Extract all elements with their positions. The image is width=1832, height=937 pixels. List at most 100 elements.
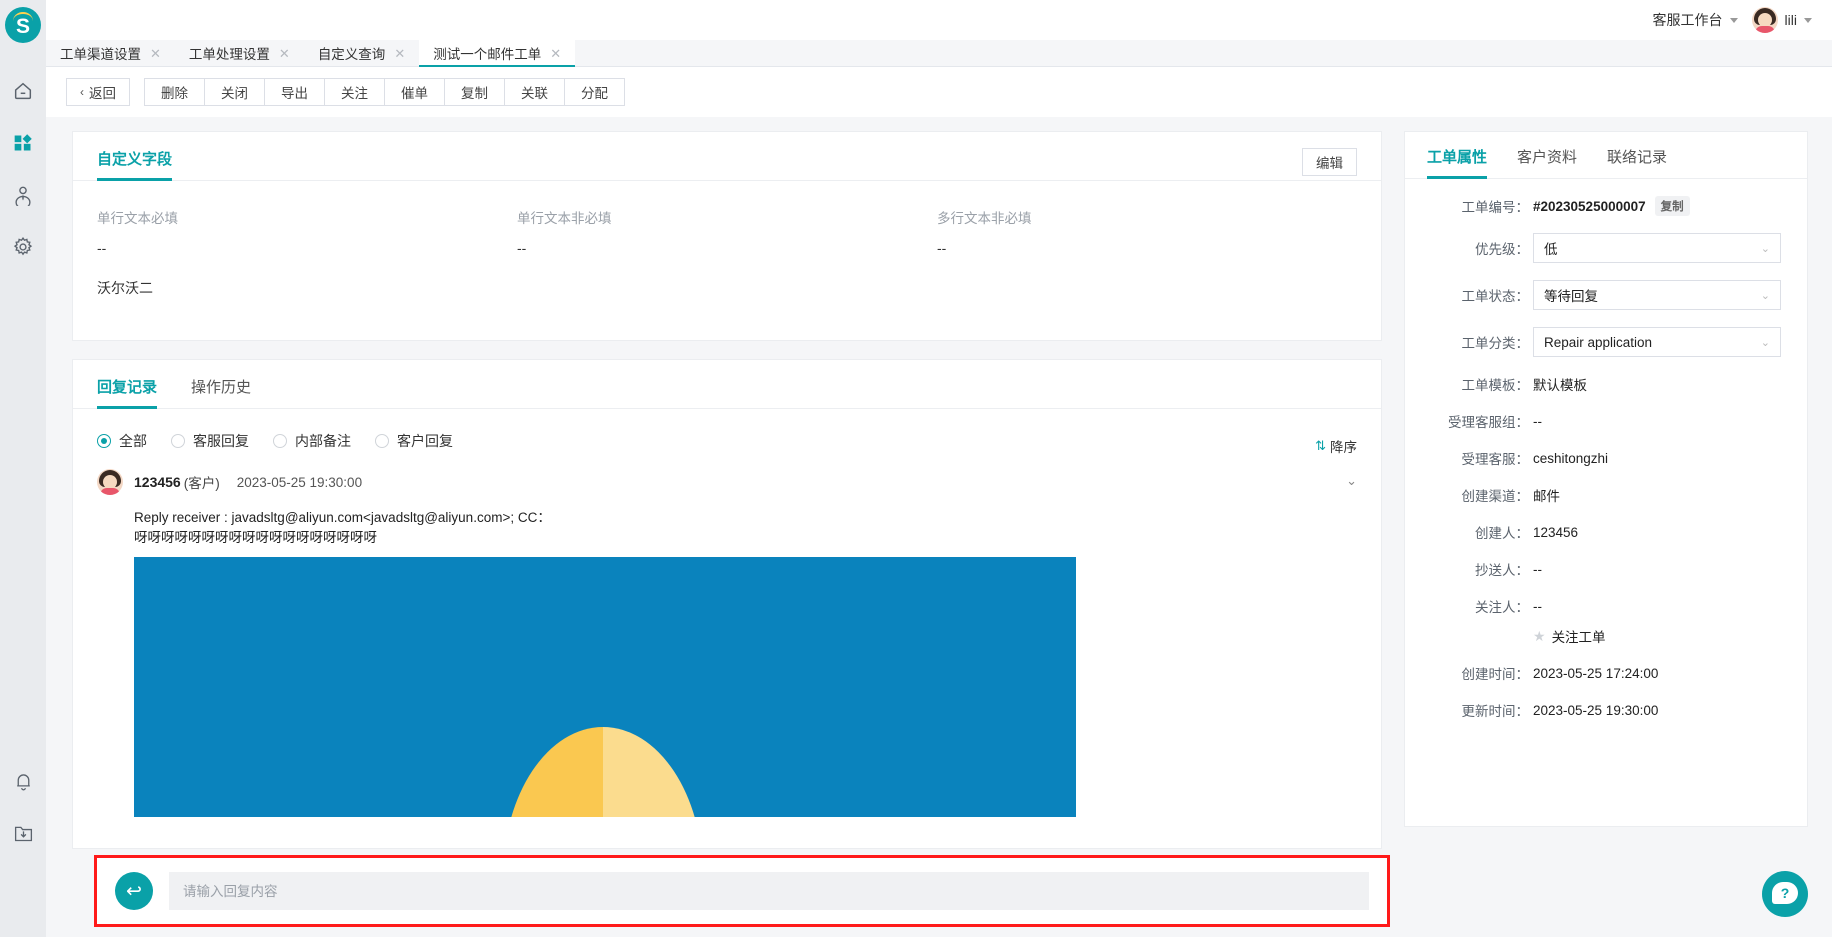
property-label: 工单状态：: [1461, 289, 1530, 304]
chevron-down-icon: [1804, 17, 1812, 23]
edit-button[interactable]: 编辑: [1302, 148, 1357, 176]
property-agent: 受理客服： ceshitongzhi: [1405, 448, 1807, 468]
back-label: 返回: [89, 86, 116, 101]
custom-fields-grid: 单行文本必填 -- 单行文本非必填 -- 多行文本非必填 --: [73, 181, 1381, 256]
property-followers: 关注人： --: [1405, 596, 1807, 616]
chevron-down-icon: ⌄: [1760, 336, 1770, 349]
priority-select[interactable]: 低 ⌄: [1533, 233, 1781, 263]
reply-records-card: 回复记录 操作历史 ⇅ 降序 全部 客服回复 内部备注 客户回复 123456 …: [72, 359, 1382, 849]
ticket-number-value: #20230525000007: [1533, 198, 1646, 214]
property-label: 关注人：: [1475, 600, 1529, 615]
copy-ticket-number-button[interactable]: 复制: [1654, 196, 1690, 216]
filter-all[interactable]: 全部: [97, 431, 147, 451]
left-column: 自定义字段 编辑 单行文本必填 -- 单行文本非必填 -- 多行文本非必填 --…: [72, 131, 1382, 849]
chevron-down-icon[interactable]: ⌄: [1346, 473, 1357, 489]
message-author-role: (客户): [183, 476, 220, 491]
filter-label: 全部: [119, 433, 147, 449]
tab-3[interactable]: 测试一个邮件工单 ✕: [419, 40, 576, 67]
tab-contact-records[interactable]: 联络记录: [1607, 146, 1667, 178]
filter-customer-reply[interactable]: 客户回复: [375, 431, 453, 451]
reply-arrow-icon[interactable]: ↩: [115, 872, 153, 910]
reply-card-tabs: 回复记录 操作历史: [73, 360, 1381, 409]
property-value: --: [1533, 413, 1542, 429]
ticket-properties-panel: 工单属性 客户资料 联络记录 工单编号： #20230525000007 复制 …: [1404, 131, 1808, 827]
logo-arc: [13, 12, 33, 21]
status-select[interactable]: 等待回复 ⌄: [1533, 280, 1781, 310]
property-value: 邮件: [1533, 489, 1560, 504]
category-value: Repair application: [1544, 334, 1653, 350]
tab-label: 工单渠道设置: [60, 47, 141, 62]
property-value: --: [1533, 598, 1542, 614]
property-created-time: 创建时间： 2023-05-25 17:24:00: [1405, 663, 1807, 683]
message-timestamp: 2023-05-25 19:30:00: [236, 474, 363, 490]
property-creator: 创建人： 123456: [1405, 522, 1807, 542]
user-icon[interactable]: [0, 169, 46, 221]
username-label: lili: [1784, 12, 1797, 28]
tab-1[interactable]: 工单处理设置 ✕: [175, 40, 304, 66]
action-toolbar: ‹ 返回 删除 关闭 导出 关注 催单 复制 关联 分配: [46, 67, 1832, 117]
tab-customer-info[interactable]: 客户资料: [1517, 146, 1577, 178]
tab-operation-history[interactable]: 操作历史: [191, 376, 251, 408]
apps-icon[interactable]: [0, 117, 46, 169]
reply-composer-bar[interactable]: ↩: [94, 855, 1390, 927]
message-attachment-image[interactable]: [134, 557, 1076, 817]
filter-label: 客服回复: [193, 433, 249, 449]
property-label: 受理客服：: [1461, 452, 1530, 467]
radio-icon: [171, 434, 185, 448]
bell-icon[interactable]: [0, 755, 46, 807]
delete-button[interactable]: 删除: [144, 78, 205, 106]
settings-icon[interactable]: [0, 221, 46, 273]
help-button[interactable]: ?: [1762, 871, 1808, 917]
left-rail: S: [0, 0, 46, 937]
action-button-group: 删除 关闭 导出 关注 催单 复制 关联 分配: [144, 78, 625, 106]
close-icon[interactable]: ✕: [150, 47, 161, 60]
tab-custom-fields[interactable]: 自定义字段: [97, 148, 173, 181]
relate-button[interactable]: 关联: [504, 78, 565, 106]
assign-button[interactable]: 分配: [564, 78, 625, 106]
property-cc: 抄送人： --: [1405, 559, 1807, 579]
home-icon[interactable]: [0, 65, 46, 117]
copy-button[interactable]: 复制: [444, 78, 505, 106]
tab-0[interactable]: 工单渠道设置 ✕: [46, 40, 175, 66]
tab-2[interactable]: 自定义查询 ✕: [304, 40, 419, 66]
field-label: 单行文本必填: [97, 211, 178, 226]
watch-ticket-button[interactable]: ★ 关注工单: [1405, 626, 1807, 646]
filter-agent-reply[interactable]: 客服回复: [171, 431, 249, 451]
property-label: 工单编号：: [1461, 200, 1530, 215]
download-folder-icon[interactable]: [0, 807, 46, 859]
property-value: 默认模板: [1533, 378, 1587, 393]
panel-tabs: 工单属性 客户资料 联络记录: [1405, 132, 1807, 179]
chevron-left-icon: ‹: [80, 85, 84, 99]
close-icon[interactable]: ✕: [550, 47, 561, 60]
reply-input[interactable]: [169, 872, 1369, 910]
message-line-1: Reply receiver : javadsltg@aliyun.com<ja…: [134, 510, 551, 525]
chevron-down-icon: [1729, 17, 1738, 23]
property-label: 创建人：: [1475, 526, 1529, 541]
avatar: [1751, 7, 1778, 33]
close-icon[interactable]: ✕: [394, 47, 405, 60]
close-ticket-button[interactable]: 关闭: [204, 78, 265, 106]
tab-reply-records[interactable]: 回复记录: [97, 376, 158, 409]
app-logo[interactable]: S: [5, 7, 41, 43]
property-label: 创建时间：: [1461, 667, 1530, 682]
property-updated-time: 更新时间： 2023-05-25 19:30:00: [1405, 700, 1807, 720]
property-template: 工单模板： 默认模板: [1405, 374, 1807, 394]
tab-ticket-properties[interactable]: 工单属性: [1427, 146, 1488, 179]
back-button[interactable]: ‹ 返回: [66, 78, 130, 106]
export-button[interactable]: 导出: [264, 78, 325, 106]
star-icon: ★: [1533, 627, 1546, 644]
follow-button[interactable]: 关注: [324, 78, 385, 106]
urge-button[interactable]: 催单: [384, 78, 445, 106]
filter-internal-note[interactable]: 内部备注: [273, 431, 351, 451]
user-menu[interactable]: lili: [1751, 7, 1812, 33]
property-label: 工单模板：: [1461, 378, 1530, 393]
category-select[interactable]: Repair application ⌄: [1533, 327, 1781, 357]
workspace-switcher[interactable]: 客服工作台: [1653, 10, 1738, 30]
field-0: 单行文本必填 --: [97, 207, 517, 256]
avatar: [97, 469, 123, 495]
message-author: 123456: [134, 474, 181, 490]
tab-bar: 工单渠道设置 ✕ 工单处理设置 ✕ 自定义查询 ✕ 测试一个邮件工单 ✕: [46, 40, 1832, 67]
top-bar: 客服工作台 lili: [46, 0, 1832, 40]
reply-filter-group: 全部 客服回复 内部备注 客户回复: [73, 409, 1381, 451]
close-icon[interactable]: ✕: [279, 47, 290, 60]
